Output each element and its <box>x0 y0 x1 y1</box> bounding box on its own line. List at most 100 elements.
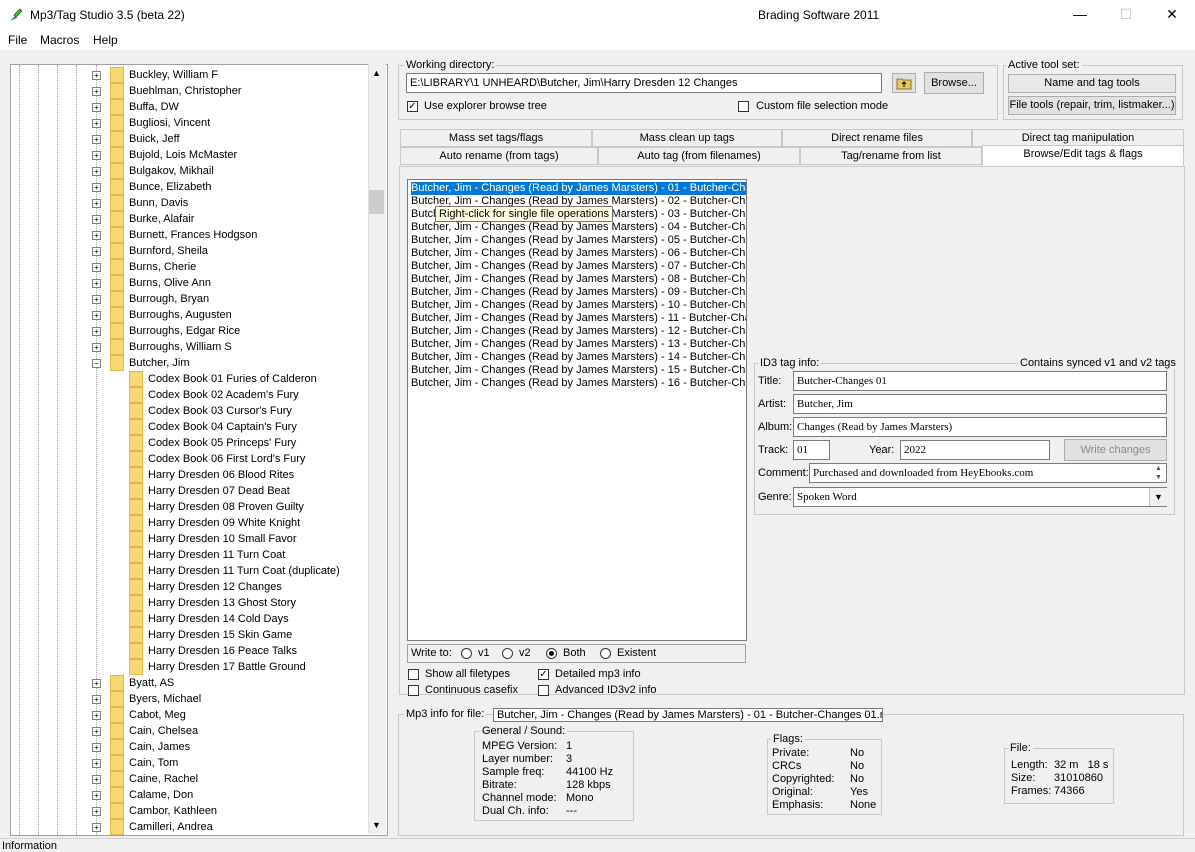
menu-file[interactable]: File <box>8 33 27 47</box>
album-input[interactable]: Changes (Read by James Marsters) <box>793 417 1167 437</box>
advanced-id3v2-checkbox[interactable] <box>538 685 549 696</box>
expand-icon[interactable]: + <box>92 215 101 224</box>
expand-icon[interactable]: + <box>92 791 101 800</box>
genre-select[interactable]: Spoken Word <box>793 487 1167 507</box>
expand-icon[interactable]: + <box>92 695 101 704</box>
folder-icon <box>110 179 124 195</box>
expand-icon[interactable]: + <box>92 759 101 768</box>
browse-button[interactable]: Browse... <box>924 72 984 94</box>
chevron-down-icon[interactable]: ▼ <box>1149 488 1167 506</box>
expand-icon[interactable]: + <box>92 327 101 336</box>
file-list-item[interactable]: Butcher, Jim - Changes (Read by James Ma… <box>411 338 746 351</box>
expand-icon[interactable]: + <box>92 823 101 832</box>
comment-spin-icon[interactable]: ▲ ▼ <box>1155 464 1162 482</box>
expand-icon[interactable]: + <box>92 743 101 752</box>
file-list-item[interactable]: Butcher, Jim - Changes (Read by James Ma… <box>411 377 746 390</box>
mp3-info-label: Mp3 info for file: <box>404 708 487 720</box>
close-button[interactable]: ✕ <box>1149 0 1195 30</box>
tree-scrollbar[interactable] <box>368 64 386 834</box>
expand-icon[interactable]: + <box>92 279 101 288</box>
expand-icon[interactable]: + <box>92 87 101 96</box>
tree-scroll-thumb[interactable] <box>369 190 384 214</box>
track-label: Track: <box>758 444 789 456</box>
file-list-item[interactable]: Butcher, Jim - Changes (Read by James Ma… <box>411 221 746 234</box>
track-input[interactable]: 01 <box>793 440 830 460</box>
tab-mass-clean-up[interactable]: Mass clean up tags <box>592 129 782 147</box>
expand-icon[interactable]: + <box>92 135 101 144</box>
tree-item-label: Buffa, DW <box>129 101 179 113</box>
file-list-item[interactable]: Butcher, Jim - Changes (Read by James Ma… <box>411 299 746 312</box>
file-list-item[interactable]: Butcher, Jim - Changes (Read by James Ma… <box>411 364 746 377</box>
tab-auto-rename[interactable]: Auto rename (from tags) <box>400 147 598 165</box>
expand-icon[interactable]: + <box>92 727 101 736</box>
file-list-item[interactable]: Butcher, Jim - Changes (Read by James Ma… <box>411 260 746 273</box>
file-list-item[interactable]: Butcher, Jim - Changes (Read by James Ma… <box>411 312 746 325</box>
expand-icon[interactable]: + <box>92 807 101 816</box>
expand-icon[interactable]: + <box>92 775 101 784</box>
expand-icon[interactable]: + <box>92 167 101 176</box>
year-input[interactable]: 2022 <box>900 440 1050 460</box>
radio-v1[interactable] <box>461 648 472 659</box>
scroll-up-icon[interactable]: ▲ <box>372 68 381 78</box>
file-tools-button[interactable]: File tools (repair, trim, listmaker...) <box>1008 96 1176 115</box>
file-list-item[interactable]: Butcher, Jim - Changes (Read by James Ma… <box>411 234 746 247</box>
scroll-down-icon[interactable]: ▼ <box>372 820 381 830</box>
expand-icon[interactable]: + <box>92 151 101 160</box>
tree-item-label: Cambor, Kathleen <box>129 805 218 817</box>
custom-selection-checkbox[interactable] <box>738 101 749 112</box>
expand-icon[interactable]: + <box>92 295 101 304</box>
maximize-button[interactable]: ☐ <box>1103 0 1149 30</box>
detailed-mp3-checkbox[interactable]: ✓ <box>538 669 549 680</box>
folder-icon <box>110 291 124 307</box>
flags-keys: Private: CRCs Copyrighted: Original: Emphasi… <box>772 747 834 812</box>
continuous-casefix-checkbox[interactable] <box>408 685 419 696</box>
tab-tag-rename-list[interactable]: Tag/rename from list <box>800 147 982 165</box>
tab-browse-edit-tags[interactable]: Browse/Edit tags & flags <box>982 145 1184 167</box>
name-tag-tools-button[interactable]: Name and tag tools <box>1008 74 1176 93</box>
file-list-item[interactable]: Butcher, Jim - Changes (Read by James Ma… <box>411 325 746 338</box>
expand-icon[interactable]: + <box>92 679 101 688</box>
artist-input[interactable]: Butcher, Jim <box>793 394 1167 414</box>
file-list-item[interactable]: Butcher, Jim - Changes (Read by James Ma… <box>411 286 746 299</box>
radio-both[interactable] <box>546 648 557 659</box>
file-list[interactable]: Butcher, Jim - Changes (Read by James Ma… <box>407 179 747 641</box>
file-list-item[interactable]: Butcher, Jim - Changes (Read by James Ma… <box>411 247 746 260</box>
expand-icon[interactable]: + <box>92 231 101 240</box>
expand-icon[interactable]: + <box>92 343 101 352</box>
expand-icon[interactable]: + <box>92 71 101 80</box>
expand-icon[interactable]: + <box>92 311 101 320</box>
file-list-item[interactable]: Butcher, Jim - Changes (Read by James Ma… <box>411 273 746 286</box>
expand-icon[interactable]: + <box>92 247 101 256</box>
folder-tree[interactable]: + Buckley, William F + Buehlman, Christophe… <box>10 64 388 836</box>
folder-icon <box>110 275 124 291</box>
expand-icon[interactable]: + <box>92 263 101 272</box>
menu-macros[interactable]: Macros <box>40 33 79 47</box>
show-all-filetypes-checkbox[interactable] <box>408 669 419 680</box>
collapse-icon[interactable]: − <box>92 359 101 368</box>
tab-auto-tag[interactable]: Auto tag (from filenames) <box>598 147 800 165</box>
tab-direct-rename[interactable]: Direct rename files <box>782 129 972 147</box>
explorer-tree-label: Use explorer browse tree <box>424 100 547 112</box>
minimize-button[interactable]: — <box>1057 0 1103 30</box>
expand-icon[interactable]: + <box>92 183 101 192</box>
expand-icon[interactable]: + <box>92 103 101 112</box>
explorer-tree-checkbox[interactable]: ✓ <box>407 101 418 112</box>
radio-existent[interactable] <box>600 648 611 659</box>
file-list-item[interactable]: Butcher, Jim - Changes (Read by James Ma… <box>411 351 746 364</box>
flags-values: No No No Yes None <box>850 747 876 812</box>
working-directory-input[interactable]: E:\LIBRARY\1 UNHEARD\Butcher, Jim\Harry … <box>406 73 882 93</box>
expand-icon[interactable]: + <box>92 199 101 208</box>
folder-icon <box>110 83 124 99</box>
tab-mass-set-tags[interactable]: Mass set tags/flags <box>400 129 592 147</box>
radio-v2[interactable] <box>502 648 513 659</box>
folder-icon <box>129 483 143 499</box>
menu-help[interactable]: Help <box>93 33 118 47</box>
file-list-item[interactable]: Butcher, Jim - Changes (Read by James Ma… <box>411 182 746 195</box>
expand-icon[interactable]: + <box>92 711 101 720</box>
title-input[interactable]: Butcher-Changes 01 <box>793 371 1167 391</box>
comment-input[interactable]: Purchased and downloaded from HeyEbooks.… <box>809 463 1167 483</box>
write-changes-button[interactable]: Write changes <box>1064 439 1167 461</box>
expand-icon[interactable]: + <box>92 119 101 128</box>
up-folder-button[interactable] <box>892 73 916 93</box>
tree-item-label: Codex Book 01 Furies of Calderon <box>148 373 317 385</box>
